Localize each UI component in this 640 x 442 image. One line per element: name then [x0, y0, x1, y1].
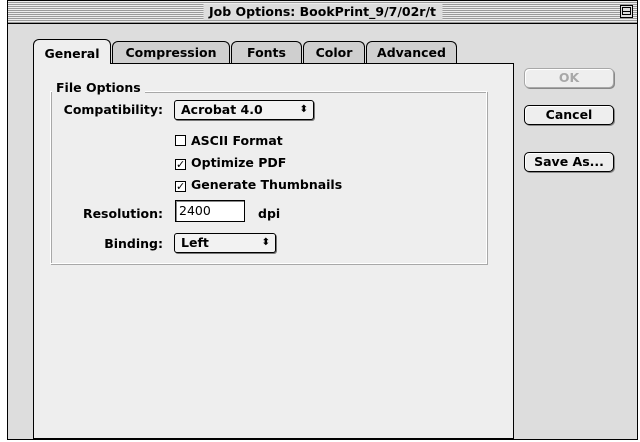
binding-popup[interactable]: Left ⬍ — [174, 233, 276, 253]
save-as-button[interactable]: Save As... — [524, 152, 614, 172]
tab-color[interactable]: Color — [303, 41, 365, 63]
ascii-format-option[interactable]: ASCII Format — [175, 133, 283, 148]
tab-compression[interactable]: Compression — [112, 41, 230, 63]
ascii-format-checkbox[interactable] — [175, 135, 186, 146]
title-bar[interactable]: Job Options: BookPrint_9/7/02r/t — [8, 1, 637, 24]
generate-thumbnails-label: Generate Thumbnails — [191, 177, 343, 192]
cancel-button[interactable]: Cancel — [524, 105, 614, 125]
ascii-format-label: ASCII Format — [191, 133, 283, 148]
resolution-input[interactable]: 2400 — [175, 200, 245, 222]
window-title: Job Options: BookPrint_9/7/02r/t — [202, 4, 443, 20]
general-panel: File Options Compatibility: Acrobat 4.0 … — [33, 63, 514, 439]
zoom-box-icon[interactable] — [620, 5, 633, 18]
job-options-window: Job Options: BookPrint_9/7/02r/t General… — [7, 0, 638, 440]
popup-arrows-icon: ⬍ — [299, 104, 308, 115]
compatibility-label: Compatibility: — [63, 102, 163, 117]
resolution-unit: dpi — [258, 206, 281, 221]
optimize-pdf-checkbox[interactable]: ✓ — [175, 159, 186, 170]
file-options-title: File Options — [52, 80, 145, 95]
generate-thumbnails-option[interactable]: ✓ Generate Thumbnails — [175, 177, 342, 192]
resolution-label: Resolution: — [82, 206, 163, 221]
tab-fonts[interactable]: Fonts — [231, 41, 302, 63]
compatibility-popup[interactable]: Acrobat 4.0 ⬍ — [174, 100, 314, 120]
popup-arrows-icon: ⬍ — [261, 237, 270, 248]
optimize-pdf-label: Optimize PDF — [191, 155, 287, 170]
ok-button[interactable]: OK — [524, 68, 614, 88]
tab-general[interactable]: General — [33, 39, 111, 64]
tab-advanced[interactable]: Advanced — [366, 41, 457, 63]
optimize-pdf-option[interactable]: ✓ Optimize PDF — [175, 155, 286, 170]
compatibility-value: Acrobat 4.0 — [181, 102, 263, 117]
generate-thumbnails-checkbox[interactable]: ✓ — [175, 181, 186, 192]
binding-value: Left — [181, 235, 209, 250]
binding-label: Binding: — [104, 236, 163, 251]
